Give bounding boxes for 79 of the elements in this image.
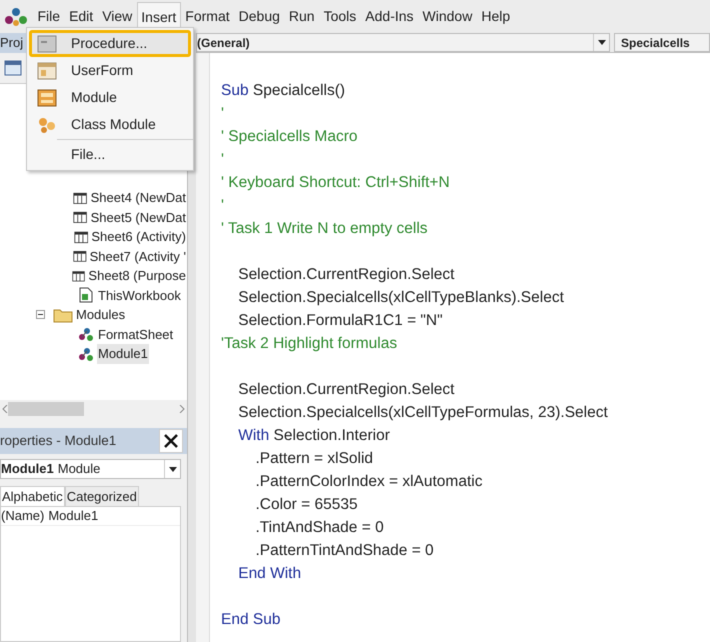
code-line: End With xyxy=(237,564,302,584)
close-icon xyxy=(164,434,178,448)
close-button[interactable] xyxy=(159,429,183,453)
workbook-icon xyxy=(77,287,95,304)
code-line: ' xyxy=(221,196,224,216)
code-line: .TintAndShade = 0 xyxy=(254,518,384,538)
menu-item[interactable]: Window xyxy=(418,2,477,32)
tree-item[interactable]: FormatSheet xyxy=(97,324,174,344)
scroll-left-icon[interactable] xyxy=(2,405,8,413)
object-dropdown[interactable]: Module1 Module xyxy=(0,459,181,479)
code-line: .Pattern = xlSolid xyxy=(254,448,374,469)
procedure-dropdown[interactable]: Specialcells xyxy=(614,33,710,52)
code-line: Selection.FormulaR1C1 = "N" xyxy=(237,310,443,331)
view-object-icon[interactable] xyxy=(4,60,22,76)
menu-item[interactable]: Edit xyxy=(64,2,98,32)
code-line: Selection.CurrentRegion.Select xyxy=(237,264,454,285)
collapse-toggle[interactable] xyxy=(36,310,45,320)
menu-item[interactable]: Add-Ins xyxy=(360,2,418,32)
code-line: Selection.Specialcells(xlCellTypeBlanks).Select xyxy=(237,288,564,308)
module-icon xyxy=(37,88,57,106)
code-line: With Selection.Interior xyxy=(237,426,390,446)
menu-item[interactable]: Format xyxy=(180,2,234,32)
tree-item[interactable]: Module1 xyxy=(97,344,149,364)
module-icon xyxy=(77,346,95,362)
menu-item[interactable]: Run xyxy=(284,2,320,32)
dropdown-arrow-icon[interactable] xyxy=(598,40,606,45)
procedure-icon xyxy=(37,34,57,52)
sheet-icon xyxy=(72,248,87,264)
code-line: Sub Specialcells() xyxy=(221,80,346,101)
menu-option[interactable]: UserForm xyxy=(29,57,191,84)
object-dropdown-value: (General) xyxy=(197,34,250,52)
code-line: ' Specialcells Macro xyxy=(221,126,358,147)
tree-item[interactable]: Modules xyxy=(75,305,126,324)
tree-item[interactable]: Sheet6 (Activity) xyxy=(90,227,187,246)
panel-title: Proj xyxy=(0,34,24,52)
scrollbar-thumb[interactable] xyxy=(8,402,84,416)
menu-option[interactable]: Procedure... xyxy=(29,30,191,57)
horizontal-scrollbar[interactable] xyxy=(0,400,187,418)
code-line: .PatternColorIndex = xlAutomatic xyxy=(254,472,482,492)
object-name: Module1 xyxy=(1,460,54,478)
code-line: .Color = 65535 xyxy=(254,494,358,515)
tree-item[interactable]: Sheet4 (NewDat xyxy=(90,188,187,208)
object-dropdown[interactable]: (General) xyxy=(196,33,610,52)
menu-option[interactable]: Module xyxy=(29,84,191,111)
properties-tab[interactable]: Categorized xyxy=(64,486,139,506)
code-line: Selection.Specialcells(xlCellTypeFormulas, 23).Select xyxy=(237,402,608,423)
form-icon xyxy=(37,62,57,80)
code-line: Selection.CurrentRegion.Select xyxy=(237,380,454,400)
code-line: ' xyxy=(221,150,224,170)
scroll-right-icon[interactable] xyxy=(179,405,185,413)
menu-item[interactable]: View xyxy=(98,2,137,32)
property-name: (Name) xyxy=(1,507,44,526)
module-icon xyxy=(77,326,95,342)
tree-item[interactable]: ThisWorkbook xyxy=(97,286,182,305)
property-value[interactable]: Module1 xyxy=(48,506,98,526)
menu-item[interactable]: Tools xyxy=(319,2,361,32)
properties-title: roperties - Module1 xyxy=(0,432,116,450)
tree-item[interactable]: Sheet7 (Activity ' xyxy=(88,246,187,266)
code-line: 'Task 2 Highlight formulas xyxy=(221,334,398,354)
tree-item[interactable]: Sheet5 (NewDat xyxy=(90,208,187,227)
menu-item[interactable]: Help xyxy=(476,2,515,32)
code-line: ' xyxy=(221,104,224,124)
sheet-icon xyxy=(73,209,88,226)
menu-option[interactable]: Class Module xyxy=(29,111,191,138)
code-line: .PatternTintAndShade = 0 xyxy=(254,540,434,561)
sheet-icon xyxy=(74,228,88,245)
app-logo-icon xyxy=(3,6,29,28)
object-type: Module xyxy=(58,460,100,478)
code-line: ' Keyboard Shortcut: Ctrl+Shift+N xyxy=(221,172,450,193)
menu-option[interactable]: File... xyxy=(29,141,191,168)
code-line: ' Task 1 Write N to empty cells xyxy=(221,218,428,239)
code-line: End Sub xyxy=(221,610,280,630)
dropdown-arrow[interactable] xyxy=(164,460,180,478)
properties-tab[interactable]: Alphabetic xyxy=(0,486,65,506)
class-icon xyxy=(37,116,57,134)
folder-icon xyxy=(53,306,73,323)
tree-item[interactable]: Sheet8 (Purpose xyxy=(87,266,187,286)
menu-item[interactable]: File xyxy=(33,2,65,32)
menu-item[interactable]: Debug xyxy=(234,2,284,32)
